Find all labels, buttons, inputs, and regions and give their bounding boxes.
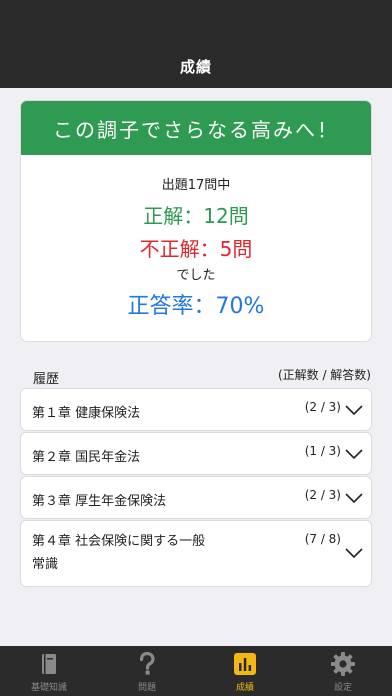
chapter-name: 第１章 健康保険法 <box>32 406 141 421</box>
chevron-down-icon[interactable] <box>345 492 363 504</box>
gear-icon <box>331 652 355 676</box>
chevron-down-icon[interactable] <box>345 547 363 559</box>
page-title: 成績 <box>179 58 212 76</box>
result-card: この調子でさらなる高みへ！ 出題17問中 正解：12問 不正解：5問 でした 正… <box>21 101 371 341</box>
chapter-score: (2 / 3) <box>304 400 341 414</box>
chart-icon <box>234 653 256 675</box>
chapter-score: (1 / 3) <box>304 444 341 458</box>
chapter-row-3[interactable]: 第３章 厚生年金保険法 (2 / 3) <box>21 477 371 518</box>
question-icon <box>139 651 155 675</box>
incorrect-count: 不正解：5問 <box>139 237 253 261</box>
history-label: 履歴 <box>33 372 60 387</box>
question-total: 出題17問中 <box>161 178 231 193</box>
book-icon <box>42 654 56 674</box>
chevron-down-icon[interactable] <box>345 448 363 460</box>
result-header: この調子でさらなる高みへ！ <box>21 101 371 155</box>
history-columns-label: (正解数 / 解答数) <box>277 368 371 382</box>
chapter-name: 第２章 国民年金法 <box>32 450 141 465</box>
tab-label: 設定 <box>333 683 352 693</box>
chapter-row-4[interactable]: 第４章 社会保険に関する一般 常識 (7 / 8) <box>21 521 371 586</box>
chevron-down-icon[interactable] <box>345 404 363 416</box>
correct-count: 正解：12問 <box>143 204 249 228</box>
tab-results[interactable]: 成績 <box>196 646 294 696</box>
chapter-row-1[interactable]: 第１章 健康保険法 (2 / 3) <box>21 389 371 430</box>
chapter-name: 第３章 厚生年金保険法 <box>32 494 167 509</box>
correct-rate: 正答率：70% <box>127 294 265 319</box>
tab-basics[interactable]: 基礎知識 <box>0 646 98 696</box>
history-header: 履歴 (正解数 / 解答数) <box>21 366 371 387</box>
navigation-bar: 成績 <box>0 0 392 88</box>
result-body: 出題17問中 正解：12問 不正解：5問 でした 正答率：70% <box>21 174 371 319</box>
tab-label: 基礎知識 <box>30 683 67 693</box>
chapter-score: (7 / 8) <box>304 532 341 546</box>
tab-label: 成績 <box>235 683 254 693</box>
tab-questions[interactable]: 問題 <box>98 646 196 696</box>
tab-bar: 基礎知識 問題 成績 設定 <box>0 646 392 696</box>
chapter-score: (2 / 3) <box>304 488 341 502</box>
tab-label: 問題 <box>137 683 156 693</box>
closing-text: でした <box>176 268 216 283</box>
tab-settings[interactable]: 設定 <box>294 646 392 696</box>
chapter-row-2[interactable]: 第２章 国民年金法 (1 / 3) <box>21 433 371 474</box>
chapter-name: 第４章 社会保険に関する一般 常識 <box>32 534 206 572</box>
